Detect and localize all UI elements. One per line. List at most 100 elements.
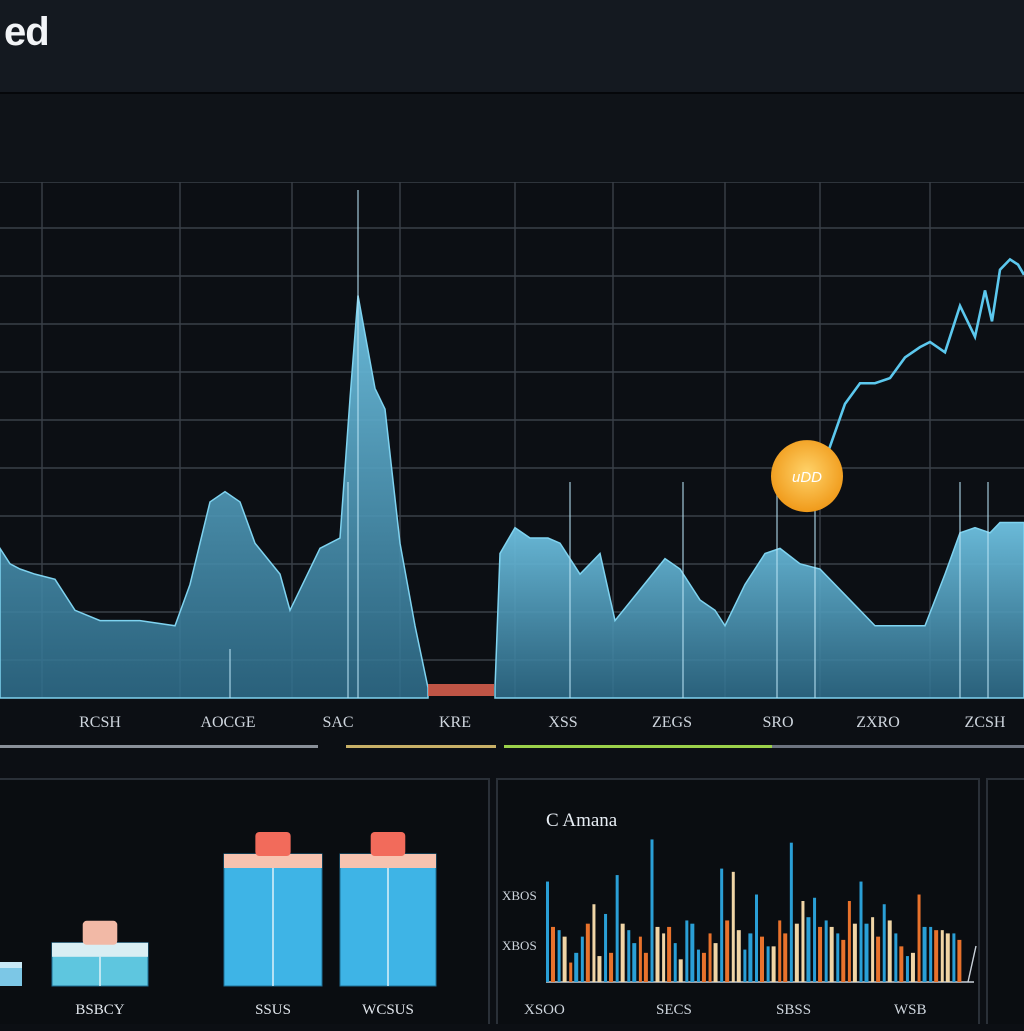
- bar-x-tick-label: WSB: [894, 1002, 927, 1018]
- bar-series-2: [887, 920, 892, 982]
- bar-series-1: [685, 920, 689, 982]
- box-bar-cap: [224, 854, 322, 868]
- y-tick-label: XBOS: [502, 888, 537, 903]
- bar-series-1: [627, 930, 631, 982]
- bar-series-1: [824, 920, 828, 982]
- bar-series-2: [713, 943, 718, 982]
- y-tick-label: XBOS: [502, 938, 537, 953]
- bar-chart-title: C Amana: [546, 810, 618, 831]
- baseline-marker: [428, 684, 494, 696]
- bar-series-2: [667, 926, 672, 982]
- bar-series-2: [771, 946, 776, 982]
- bar-series-2: [922, 926, 927, 982]
- x-axis-labels: RCSH AOCGE SAC KRE XSS ZEGS SRO ZXRO ZCSH: [0, 704, 1024, 744]
- bar-series-2: [574, 952, 579, 982]
- box-chart: [0, 832, 437, 987]
- x-tick-label: XSS: [548, 714, 578, 731]
- box-bar-cap: [52, 942, 148, 957]
- bar-x-tick-label: XSOO: [524, 1002, 565, 1018]
- bar-series-2: [655, 926, 660, 982]
- bar-series-1: [894, 933, 898, 982]
- bar-series-2: [852, 923, 857, 982]
- bar-series-1: [569, 962, 573, 982]
- bar-series-2: [701, 952, 706, 982]
- box-category-label: SSUS: [255, 1002, 291, 1018]
- bar-series-2: [748, 933, 753, 982]
- bar-series-1: [731, 871, 735, 982]
- bar-series-2: [620, 923, 625, 982]
- bar-series-2: [945, 933, 950, 982]
- x-tick-label: SRO: [762, 714, 794, 731]
- box-category-label: WCSUS: [362, 1002, 414, 1018]
- chart-areas: [0, 295, 1024, 699]
- bar-series-2: [783, 933, 788, 982]
- bar-series-2: [609, 952, 614, 982]
- bar-series-1: [638, 936, 642, 982]
- edge-panel: [986, 778, 1024, 1024]
- x-tick-label: KRE: [439, 714, 471, 731]
- bar-series-2: [864, 923, 869, 982]
- bar-series-2: [910, 952, 915, 982]
- area-series: [494, 521, 1024, 699]
- bar-series-2: [957, 939, 962, 982]
- page-title: ed: [4, 10, 50, 54]
- box-bar-top: [0, 962, 22, 968]
- bar-series-1: [847, 901, 851, 982]
- top-bar: ed: [0, 0, 1024, 94]
- x-tick-label: ZCSH: [964, 714, 1006, 731]
- bar-series-1: [580, 936, 584, 982]
- bar-series-1: [882, 904, 886, 982]
- bar-series-1: [778, 920, 782, 982]
- bar-series-1: [662, 933, 666, 982]
- annotation-label: uDD: [792, 469, 822, 486]
- bar-series-1: [905, 956, 909, 982]
- bar-series-1: [592, 904, 596, 982]
- bar-series-1: [836, 933, 840, 982]
- bar-series-2: [643, 952, 648, 982]
- bar-series-1: [615, 875, 619, 982]
- bar-series-1: [952, 933, 956, 982]
- bar-series-1: [755, 894, 758, 982]
- bar-series-1: [673, 943, 677, 982]
- bar-series-2: [678, 959, 683, 982]
- chart-lines: [823, 257, 1024, 462]
- main-area-chart: uDD: [0, 182, 1024, 699]
- bar-series-2: [876, 936, 881, 982]
- bar-series-2: [690, 923, 695, 982]
- line-series: [823, 257, 1024, 462]
- bar-series-1: [871, 917, 875, 982]
- bar-series-2: [934, 930, 939, 982]
- bar-series-2: [899, 946, 904, 982]
- bar-series-2: [585, 923, 590, 982]
- bar-series-2: [760, 936, 764, 982]
- bar-series-1: [557, 930, 561, 982]
- bar-series-1: [604, 913, 608, 982]
- box-category-label: BSBCY: [75, 1002, 125, 1018]
- bar-series-1: [650, 839, 654, 982]
- bar-series-2: [841, 939, 846, 982]
- box-bar-lid: [370, 832, 406, 856]
- bar-series-1: [813, 897, 817, 982]
- bar-series-1: [766, 946, 770, 982]
- bar-series-1: [789, 842, 793, 982]
- bar-series-2: [551, 926, 555, 982]
- bar-series-1: [859, 881, 863, 982]
- x-tick-label: ZXRO: [856, 714, 900, 731]
- bar-series-1: [940, 930, 944, 982]
- box-chart-panel: BSBCY SSUS WCSUS: [0, 778, 490, 1024]
- bar-series-2: [818, 926, 823, 982]
- chart-annotation: uDD: [771, 440, 843, 513]
- bar-series-1: [546, 881, 549, 982]
- bar-series-2: [794, 923, 799, 982]
- bar-series-1: [929, 926, 933, 982]
- bar-series-2: [597, 956, 602, 982]
- bar-series-1: [801, 901, 805, 982]
- box-bar-cap: [340, 854, 436, 868]
- bar-x-tick-label: SECS: [656, 1002, 692, 1018]
- x-tick-label: SAC: [322, 714, 354, 731]
- bar-x-tick-label: SBSS: [776, 1002, 812, 1018]
- x-tick-label: AOCGE: [200, 714, 256, 731]
- bar-series-1: [708, 933, 712, 982]
- bar-series-2: [562, 936, 567, 982]
- bar-series-1: [696, 949, 700, 982]
